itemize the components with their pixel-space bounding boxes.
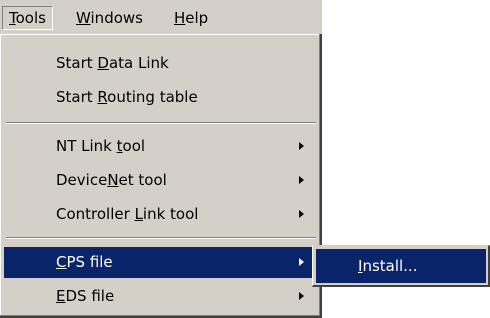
menu-item-install[interactable]: Install... <box>316 249 486 283</box>
menu-windows-label: Windows <box>76 9 143 27</box>
menu-item-devicenet-tool[interactable]: DeviceNet tool <box>4 165 318 196</box>
menu-item-start-routing-table[interactable]: Start Routing table <box>4 82 318 113</box>
submenu-arrow-icon <box>299 258 304 266</box>
submenu-arrow-icon <box>299 142 304 150</box>
menu-separator <box>6 122 316 124</box>
submenu-arrow-icon <box>299 210 304 218</box>
menu-tools-label: Tools <box>9 9 46 27</box>
submenu-arrow-icon <box>299 292 304 300</box>
menu-tools[interactable]: Tools <box>2 6 53 30</box>
menu-help[interactable]: Help <box>168 6 214 30</box>
menu-item-start-data-link[interactable]: Start Data Link <box>4 48 318 79</box>
menu-item-eds-file[interactable]: EDS file <box>4 281 318 312</box>
submenu-arrow-icon <box>299 176 304 184</box>
menu-bar: Tools Windows Help <box>0 0 322 36</box>
menu-help-label: Help <box>174 9 209 27</box>
tools-menu: Start Data Link Start Routing table NT L… <box>0 34 322 318</box>
menu-item-controller-link-tool[interactable]: Controller Link tool <box>4 199 318 230</box>
menu-item-nt-link-tool[interactable]: NT Link tool <box>4 131 318 162</box>
cps-file-submenu: Install... <box>312 245 490 287</box>
menu-separator <box>6 237 316 239</box>
menu-item-cps-file[interactable]: CPS file <box>4 247 318 278</box>
menu-windows[interactable]: Windows <box>70 6 149 30</box>
